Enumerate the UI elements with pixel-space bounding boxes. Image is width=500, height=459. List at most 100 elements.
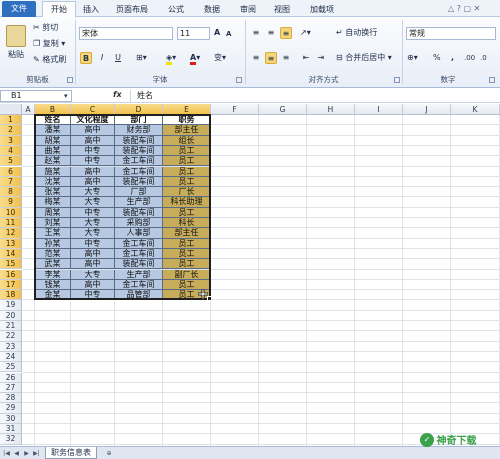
row-header-22[interactable]: 22 — [0, 331, 22, 342]
table-cell[interactable]: 金工车间 — [115, 238, 163, 249]
table-cell[interactable]: 员工 — [163, 156, 211, 167]
table-cell[interactable]: 周某 — [35, 207, 71, 218]
column-header-A[interactable]: A — [22, 104, 35, 115]
row-header-3[interactable]: 3 — [0, 135, 22, 146]
column-header-F[interactable]: F — [211, 104, 259, 115]
table-cell[interactable]: 范某 — [35, 248, 71, 260]
tab-addins[interactable]: 加载项 — [305, 2, 339, 17]
table-header-cell[interactable]: 职务 — [163, 115, 211, 126]
table-header-cell[interactable]: 姓名 — [35, 115, 71, 126]
clipboard-launcher-icon[interactable] — [67, 77, 73, 83]
table-cell[interactable]: 采购部 — [115, 218, 163, 229]
row-header-15[interactable]: 15 — [0, 259, 22, 270]
table-cell[interactable]: 刘某 — [35, 218, 71, 229]
table-cell[interactable]: 武某 — [35, 259, 71, 270]
row-header-6[interactable]: 6 — [0, 166, 22, 177]
row-header-24[interactable]: 24 — [0, 351, 22, 363]
row-header-20[interactable]: 20 — [0, 310, 22, 321]
align-left-icon[interactable]: ≡ — [250, 52, 262, 64]
column-header-C[interactable]: C — [71, 104, 115, 115]
row-header-29[interactable]: 29 — [0, 403, 22, 414]
table-cell[interactable]: 中专 — [71, 290, 115, 301]
tab-formulas[interactable]: 公式 — [164, 2, 188, 17]
italic-button[interactable]: I — [96, 52, 108, 64]
row-header-2[interactable]: 2 — [0, 125, 22, 136]
table-cell[interactable]: 中专 — [71, 145, 115, 157]
column-header-B[interactable]: B — [35, 104, 71, 115]
tab-insert[interactable]: 插入 — [80, 2, 102, 17]
column-header-H[interactable]: H — [307, 104, 355, 115]
table-cell[interactable]: 财务部 — [115, 125, 163, 136]
last-sheet-icon[interactable]: ▶| — [32, 449, 41, 458]
row-header-25[interactable]: 25 — [0, 362, 22, 373]
format-painter-button[interactable]: ✎ 格式刷 — [33, 54, 66, 66]
wrap-text-button[interactable]: ↵ 自动换行 — [336, 27, 377, 39]
column-header-D[interactable]: D — [115, 104, 163, 115]
row-header-21[interactable]: 21 — [0, 321, 22, 332]
table-cell[interactable]: 生产部 — [115, 269, 163, 280]
font-name-select[interactable]: 宋体 — [79, 27, 173, 40]
table-header-cell[interactable]: 文化程度 — [71, 115, 115, 126]
row-header-26[interactable]: 26 — [0, 372, 22, 383]
tab-review[interactable]: 审阅 — [236, 2, 260, 17]
paste-icon[interactable] — [6, 25, 26, 47]
worksheet-grid[interactable]: A B C D E F G H I J K 1 2 3 4 5 6 7 8 9 10 11 12 13 14 15 16 17 18 19… — [0, 104, 500, 446]
prev-sheet-icon[interactable]: ◀ — [12, 449, 21, 458]
table-cell[interactable]: 部主任 — [163, 228, 211, 239]
table-cell[interactable]: 潘某 — [35, 125, 71, 136]
shrink-font-button[interactable]: A — [226, 28, 231, 40]
row-header-4[interactable]: 4 — [0, 145, 22, 157]
row-header-14[interactable]: 14 — [0, 248, 22, 260]
table-cell[interactable]: 大专 — [71, 269, 115, 280]
row-header-5[interactable]: 5 — [0, 156, 22, 167]
column-header-I[interactable]: I — [355, 104, 403, 115]
table-cell[interactable]: 大专 — [71, 228, 115, 239]
table-cell[interactable]: 员工 — [163, 207, 211, 218]
orientation-button[interactable]: ↗▾ — [300, 27, 311, 39]
table-cell[interactable]: 员工 — [163, 145, 211, 157]
table-cell[interactable]: 科长 — [163, 218, 211, 229]
column-header-J[interactable]: J — [403, 104, 451, 115]
table-cell[interactable]: 装配车间 — [115, 207, 163, 218]
table-cell[interactable]: 中专 — [71, 156, 115, 167]
table-cell[interactable]: 金某 — [35, 290, 71, 301]
merge-center-button[interactable]: ⊟ 合并后居中 ▾ — [336, 52, 392, 64]
ribbon-help-icon[interactable]: △ ? ▢ ✕ — [448, 3, 480, 15]
table-cell[interactable]: 孙某 — [35, 238, 71, 249]
row-header-16[interactable]: 16 — [0, 269, 22, 280]
table-cell[interactable]: 员工 — [163, 176, 211, 188]
decrease-indent-icon[interactable]: ⇤ — [300, 52, 312, 64]
table-cell[interactable]: 大专 — [71, 197, 115, 208]
next-sheet-icon[interactable]: ▶ — [22, 449, 31, 458]
increase-indent-icon[interactable]: ⇥ — [315, 52, 327, 64]
table-cell[interactable]: 装配车间 — [115, 135, 163, 146]
phonetic-button[interactable]: 变▾ — [214, 52, 226, 64]
align-bottom-icon[interactable]: ≡ — [280, 27, 292, 39]
table-cell[interactable]: 员工 — [163, 238, 211, 249]
table-cell[interactable]: 部主任 — [163, 125, 211, 136]
first-sheet-icon[interactable]: |◀ — [2, 449, 11, 458]
paste-button[interactable]: 粘贴 — [8, 49, 24, 61]
row-header-13[interactable]: 13 — [0, 238, 22, 249]
select-all-corner[interactable] — [0, 104, 22, 115]
table-cell[interactable]: 大专 — [71, 187, 115, 198]
bold-button[interactable]: B — [80, 52, 92, 64]
table-cell[interactable]: 品管部 — [115, 290, 163, 301]
table-cell[interactable]: 高中 — [71, 279, 115, 291]
table-cell[interactable]: 胡某 — [35, 135, 71, 146]
align-top-icon[interactable]: ≡ — [250, 27, 262, 39]
copy-button[interactable]: ❐ 复制 ▾ — [33, 38, 65, 50]
comma-button[interactable]: , — [451, 52, 454, 64]
font-size-select[interactable]: 11 — [177, 27, 210, 40]
align-right-icon[interactable]: ≡ — [280, 52, 292, 64]
column-header-G[interactable]: G — [259, 104, 307, 115]
row-header-23[interactable]: 23 — [0, 341, 22, 352]
new-sheet-icon[interactable]: ⊕ — [103, 449, 115, 458]
table-cell[interactable]: 组长 — [163, 135, 211, 146]
table-cell[interactable]: 人事部 — [115, 228, 163, 239]
formula-input[interactable]: 姓名 — [130, 90, 498, 102]
number-format-select[interactable]: 常规 — [406, 27, 496, 40]
tab-view[interactable]: 视图 — [270, 2, 294, 17]
row-header-30[interactable]: 30 — [0, 413, 22, 424]
fx-icon[interactable]: fx — [113, 90, 122, 99]
